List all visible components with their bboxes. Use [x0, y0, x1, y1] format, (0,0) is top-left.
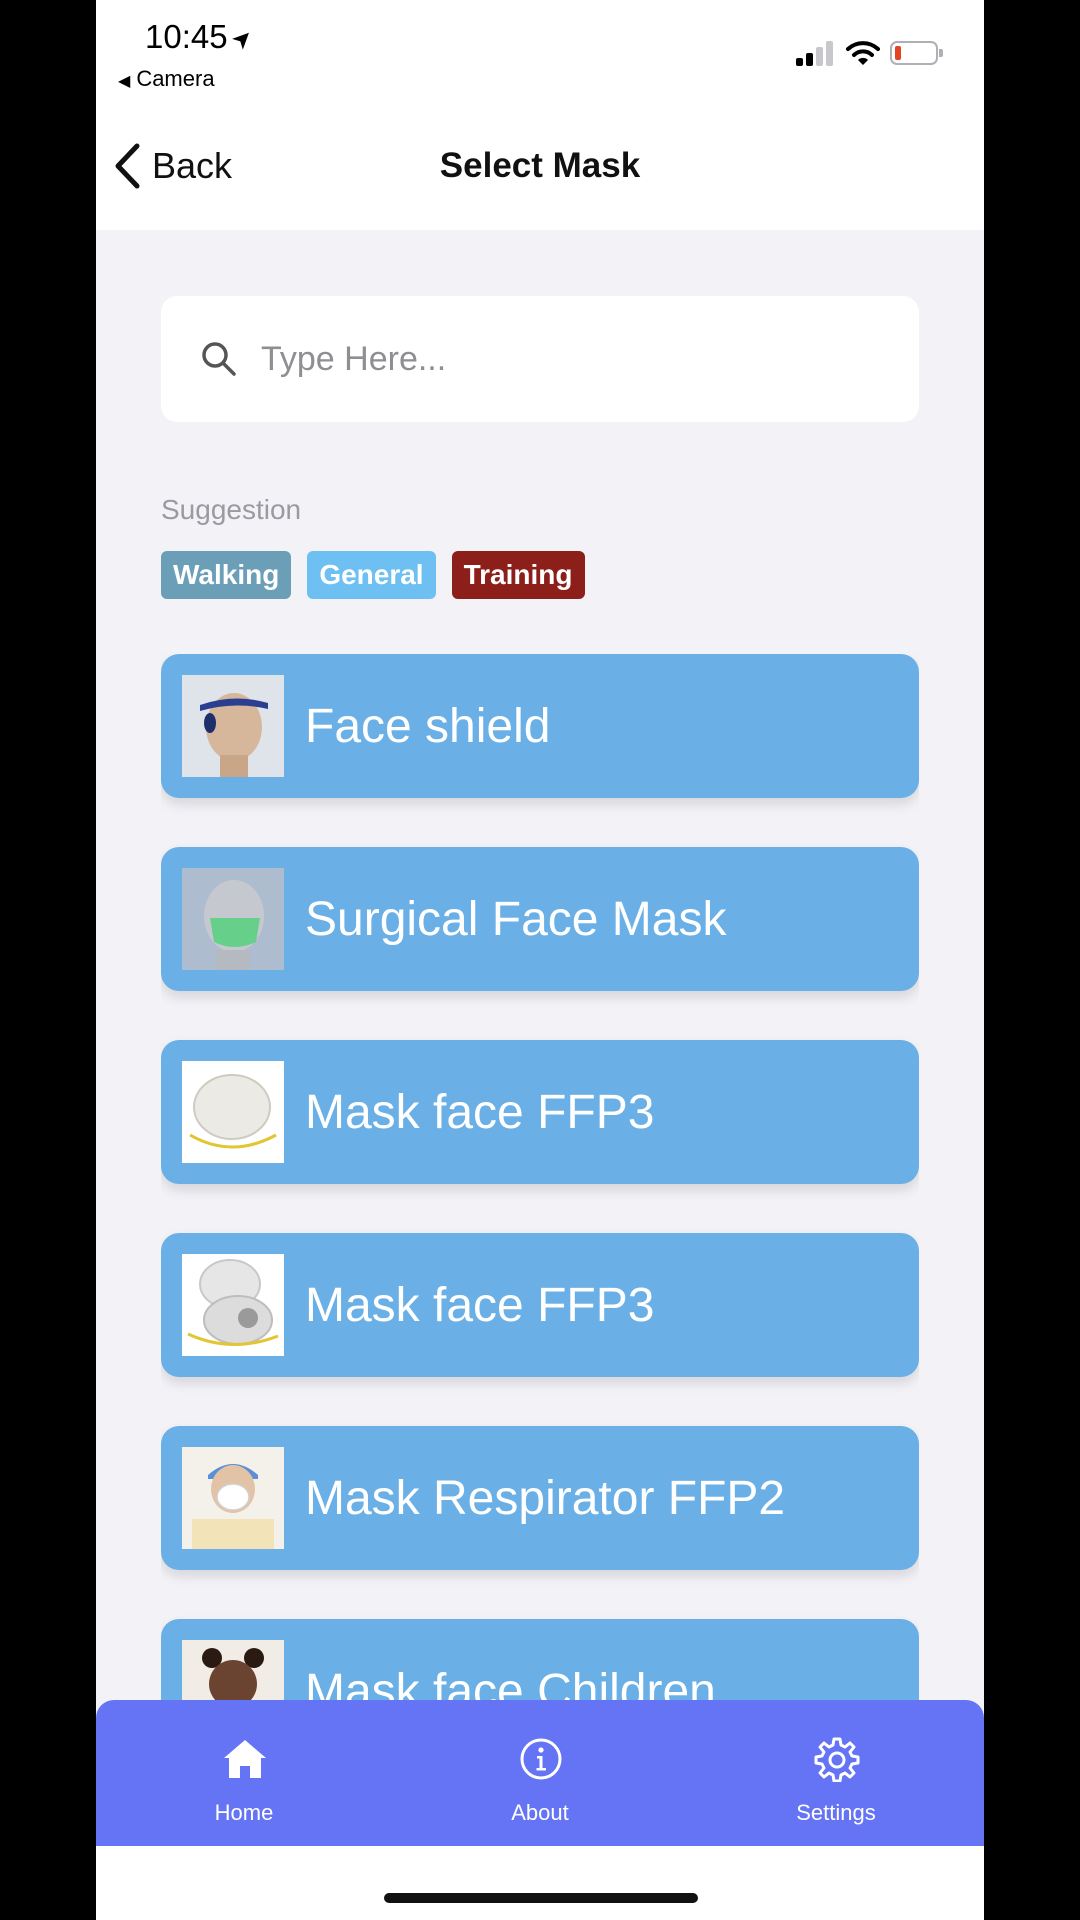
suggestion-chips: Walking General Training: [161, 551, 585, 599]
status-time: 10:45: [145, 18, 228, 55]
mask-label: Mask Respirator FFP2: [305, 1471, 786, 1525]
navigation-bar: Back Select Mask: [96, 100, 984, 230]
signal-icon: [796, 40, 838, 66]
home-indicator[interactable]: [384, 1893, 698, 1903]
ffp2-respirator-thumb: [182, 1447, 284, 1549]
mask-label: Mask face Children: [305, 1664, 716, 1701]
face-shield-thumb: [182, 675, 284, 777]
tab-home[interactable]: Home: [96, 1700, 392, 1846]
gear-icon: [814, 1737, 860, 1782]
page-title: Select Mask: [439, 146, 641, 185]
status-bar: 10:45➤ ◀ Camera: [96, 0, 984, 100]
chip-training[interactable]: Training: [451, 551, 585, 599]
mask-label: Mask face FFP3: [305, 1085, 655, 1139]
home-icon: [224, 1740, 266, 1778]
return-app-label: Camera: [136, 66, 215, 91]
ffp3-valve-mask-thumb: [182, 1254, 284, 1356]
chip-general[interactable]: General: [307, 551, 436, 599]
back-triangle-icon: ◀: [118, 73, 131, 90]
search-input[interactable]: [259, 338, 863, 380]
surgical-mask-thumb: [182, 868, 284, 970]
wifi-icon: [846, 41, 880, 65]
tab-settings[interactable]: Settings: [688, 1700, 984, 1846]
mask-item-children[interactable]: Mask face Children: [161, 1619, 919, 1700]
mask-item-ffp3-valve[interactable]: Mask face FFP3: [161, 1233, 919, 1377]
info-icon: [520, 1738, 562, 1780]
mask-item-face-shield[interactable]: Face shield: [161, 654, 919, 798]
battery-icon: [890, 41, 943, 65]
tab-label: Settings: [796, 1800, 876, 1825]
tab-label: About: [511, 1800, 569, 1825]
phone-screen: 10:45➤ ◀ Camera Back Select Mask Type He…: [96, 0, 984, 1920]
mask-list: Face shield Surgical Face Mask Mask face…: [161, 654, 919, 1700]
tab-label: Home: [214, 1800, 274, 1825]
location-arrow-icon: ➤: [225, 22, 259, 56]
children-mask-thumb: [182, 1640, 284, 1700]
mask-item-respirator-ffp2[interactable]: Mask Respirator FFP2: [161, 1426, 919, 1570]
mask-label: Face shield: [305, 699, 551, 753]
home-indicator-area: [96, 1846, 984, 1920]
search-icon: [202, 342, 236, 376]
mask-label: Surgical Face Mask: [305, 892, 727, 946]
tab-bar: Home About Settings: [96, 1700, 984, 1846]
tab-about[interactable]: About: [392, 1700, 688, 1846]
mask-item-surgical-face-mask[interactable]: Surgical Face Mask: [161, 847, 919, 991]
chip-walking[interactable]: Walking: [161, 551, 292, 599]
ffp3-mask-thumb: [182, 1061, 284, 1163]
mask-label: Mask face FFP3: [305, 1278, 655, 1332]
suggestion-heading: Suggestion: [161, 494, 302, 525]
mask-item-ffp3[interactable]: Mask face FFP3: [161, 1040, 919, 1184]
return-to-camera-link[interactable]: ◀ Camera: [118, 66, 215, 92]
search-bar[interactable]: [161, 296, 919, 422]
status-clock: 10:45➤: [145, 18, 259, 56]
